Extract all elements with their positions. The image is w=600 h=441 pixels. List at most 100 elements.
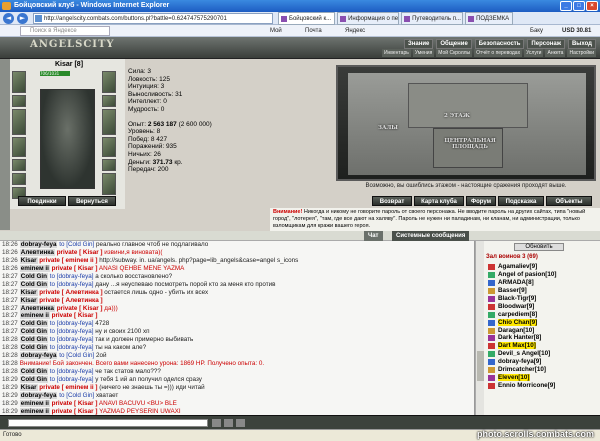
chat-recipient[interactable]: private [ Kisar ]	[52, 312, 98, 319]
roster-user[interactable]: Eleven[10]	[486, 374, 598, 382]
scroll-thumb[interactable]	[477, 351, 484, 381]
chat-time[interactable]: 18:26	[2, 265, 18, 272]
subnav-item[interactable]: Инвентарь	[381, 49, 411, 57]
back-to-button[interactable]: Возврат	[372, 196, 412, 206]
chat-author[interactable]: Алевтинка	[19, 304, 55, 312]
send-button[interactable]	[212, 419, 221, 427]
amulet-slot[interactable]	[12, 95, 26, 107]
toolbar-item-weather[interactable]: Баку	[530, 26, 543, 36]
user-name[interactable]: Chio Chan[9]	[498, 318, 538, 326]
chat-author[interactable]: dobray-feya	[19, 391, 58, 399]
bracer-slot[interactable]	[102, 95, 116, 107]
roster-user[interactable]: Angel of pasion[10]	[486, 271, 598, 279]
chat-author[interactable]: emineм ii	[19, 312, 50, 320]
refresh-button[interactable]: Обновить	[514, 243, 564, 251]
weapon-slot[interactable]	[12, 109, 26, 135]
chat-time[interactable]: 18:29	[2, 376, 18, 383]
chat-time[interactable]: 18:27	[2, 328, 18, 335]
ring-slot[interactable]	[12, 173, 26, 185]
belt-slot[interactable]	[12, 159, 26, 171]
user-name[interactable]: ARMADA[8]	[498, 279, 534, 286]
roster-user[interactable]: Agamaliev[9]	[486, 263, 598, 271]
tab-chat[interactable]: Чат	[364, 231, 383, 241]
chat-recipient[interactable]: to [Cold Gin]	[59, 352, 94, 359]
subnav-item[interactable]: Умения	[412, 49, 435, 57]
clear-button[interactable]	[236, 419, 245, 427]
forum-button[interactable]: Форум	[466, 196, 496, 206]
chat-recipient[interactable]: to [dobray-feya]	[50, 368, 94, 375]
smiles-button[interactable]	[224, 419, 233, 427]
chat-recipient[interactable]: to [dobray-feya]	[50, 320, 94, 327]
roster-user[interactable]: Dart Max[10]	[486, 342, 598, 350]
roster-user[interactable]: Devil_s Angel[10]	[486, 350, 598, 358]
topnav-item[interactable]: Общение	[436, 39, 472, 49]
chat-time[interactable]: 18:28	[2, 352, 18, 359]
subnav-item[interactable]: Настройки	[567, 49, 596, 57]
map-label-halls[interactable]: ЗАЛЫ	[378, 125, 398, 131]
location-map[interactable]: 2 ЭТАЖ ЗАЛЫ ЦЕНТРАЛЬНАЯ ПЛОЩАДЬ	[336, 65, 596, 181]
chat-time[interactable]: 18:27	[2, 281, 18, 288]
duels-button[interactable]: Поединки	[18, 196, 66, 206]
user-name[interactable]: Agamaliev[9]	[498, 263, 537, 270]
user-name[interactable]: Bloodwar[9]	[498, 303, 534, 310]
user-name[interactable]: Eleven[10]	[498, 374, 530, 382]
browser-tab[interactable]: Информация о пе...	[337, 12, 400, 25]
chat-time[interactable]: 18:29	[2, 400, 18, 407]
topnav-item[interactable]: Знание	[404, 39, 434, 49]
user-name[interactable]: Dark Hanter[8]	[498, 334, 541, 341]
chat-recipient[interactable]: private [ emineм ii ]	[39, 384, 97, 391]
chat-time[interactable]: 18:28	[2, 368, 18, 375]
chat-time[interactable]: 18:27	[2, 305, 18, 312]
chat-time[interactable]: 18:29	[2, 392, 18, 399]
chat-author[interactable]: Cold Gin	[19, 336, 48, 344]
topnav-item[interactable]: Выход	[567, 39, 596, 49]
chat-author[interactable]: emineм ii	[19, 399, 50, 407]
chat-recipient[interactable]: private [ Kisar ]	[57, 305, 103, 312]
chat-author[interactable]: emineм ii	[19, 264, 50, 272]
subnav-item[interactable]: Услуги	[524, 49, 544, 57]
chat-time[interactable]: 18:27	[2, 297, 18, 304]
maximize-button[interactable]: □	[573, 1, 585, 11]
chat-time[interactable]: 18:28	[2, 360, 18, 367]
chat-time[interactable]: 18:26	[2, 241, 18, 248]
chat-author[interactable]: Cold Gin	[19, 328, 48, 336]
shield-slot[interactable]	[102, 109, 116, 135]
chat-time[interactable]: 18:28	[2, 344, 18, 351]
chat-time[interactable]: 18:29	[2, 384, 18, 391]
chat-recipient[interactable]: to [dobray-feya]	[50, 328, 94, 335]
chat-author[interactable]: Cold Gin	[19, 272, 48, 280]
chat-author[interactable]: dobray-feya	[19, 241, 58, 248]
chat-time[interactable]: 18:28	[2, 336, 18, 343]
chat-recipient[interactable]: to [Cold Gin]	[59, 392, 94, 399]
hint-button[interactable]: Подсказка	[498, 196, 544, 206]
chat-author[interactable]: Kisar	[19, 288, 38, 296]
roster-user[interactable]: Bloodwar[9]	[486, 303, 598, 311]
roster-user[interactable]: dobray-feya[9]	[486, 358, 598, 366]
user-name[interactable]: Dart Max[10]	[498, 342, 536, 350]
tab-system-messages[interactable]: Системные сообщения	[392, 231, 470, 241]
user-name[interactable]: Daragan[10]	[498, 327, 534, 334]
chat-recipient[interactable]: private [ Kisar ]	[57, 249, 103, 256]
chat-author[interactable]: Kisar	[19, 383, 38, 391]
chat-author[interactable]: emineм ii	[19, 407, 50, 415]
map-image[interactable]: 2 ЭТАЖ ЗАЛЫ ЦЕНТРАЛЬНАЯ ПЛОЩАДЬ	[348, 73, 586, 175]
user-name[interactable]: Angel of pasion[10]	[498, 271, 556, 278]
forward-button[interactable]: ►	[17, 13, 28, 24]
chat-author[interactable]: Cold Gin	[19, 320, 48, 328]
roster-user[interactable]: ARMADA[8]	[486, 279, 598, 287]
chat-recipient[interactable]: to [dobray-feya]	[50, 344, 94, 351]
chat-recipient[interactable]: private [ Kisar ]	[52, 408, 98, 415]
chat-time[interactable]: 18:27	[2, 320, 18, 327]
chat-author[interactable]: Алевтинка	[19, 248, 55, 256]
chat-recipient[interactable]: private [ Kisar ]	[52, 400, 98, 407]
gloves-slot[interactable]	[102, 137, 116, 157]
roster-user[interactable]: Black-Tigr[9]	[486, 295, 598, 303]
chat-recipient[interactable]: to [Cold Gin]	[59, 241, 94, 248]
earring-slot[interactable]	[102, 71, 116, 93]
browser-tab[interactable]: ПОДЗЕМКА	[465, 12, 514, 25]
legs-slot[interactable]	[102, 159, 116, 171]
toolbar-item-currency[interactable]: USD 30.81	[562, 26, 591, 36]
chat-time[interactable]: 18:26	[2, 257, 18, 264]
user-name[interactable]: Ennio Morricone[9]	[498, 382, 555, 389]
topnav-item[interactable]: Безопасность	[474, 39, 525, 49]
